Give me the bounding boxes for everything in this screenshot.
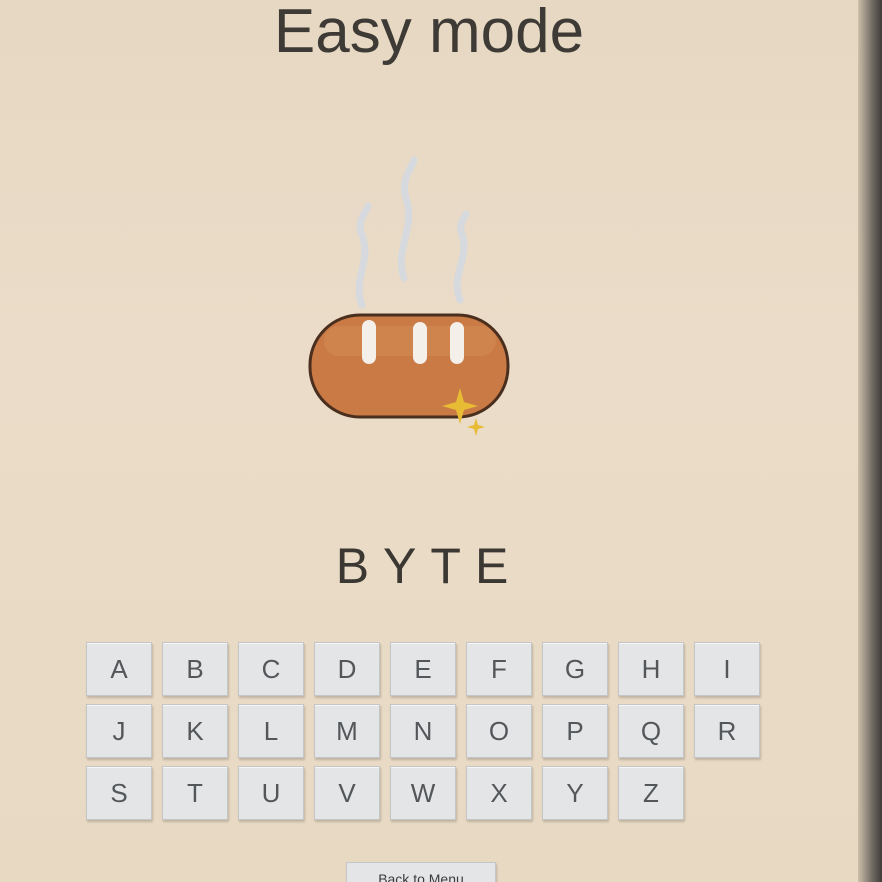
key-b[interactable]: B bbox=[162, 642, 228, 696]
bread-score-2 bbox=[413, 322, 427, 364]
steam-wisp-left bbox=[355, 202, 372, 309]
keyboard-row: JKLMNOPQR bbox=[86, 704, 776, 758]
key-l[interactable]: L bbox=[238, 704, 304, 758]
sparkle-small bbox=[467, 418, 485, 436]
key-a[interactable]: A bbox=[86, 642, 152, 696]
key-j[interactable]: J bbox=[86, 704, 152, 758]
steam-wisp-center bbox=[397, 156, 418, 282]
key-e[interactable]: E bbox=[390, 642, 456, 696]
key-i[interactable]: I bbox=[694, 642, 760, 696]
key-w[interactable]: W bbox=[390, 766, 456, 820]
key-x[interactable]: X bbox=[466, 766, 532, 820]
key-d[interactable]: D bbox=[314, 642, 380, 696]
key-m[interactable]: M bbox=[314, 704, 380, 758]
steam-wisp-right bbox=[453, 210, 470, 304]
key-n[interactable]: N bbox=[390, 704, 456, 758]
keyboard-row: STUVWXYZ bbox=[86, 766, 776, 820]
key-s[interactable]: S bbox=[86, 766, 152, 820]
game-screen: Easy mode BYTE ABCDEFGHIJKLMNOPQRSTUVWXY… bbox=[0, 0, 858, 882]
key-p[interactable]: P bbox=[542, 704, 608, 758]
key-u[interactable]: U bbox=[238, 766, 304, 820]
monitor-bezel bbox=[858, 0, 882, 882]
bread-score-3 bbox=[450, 322, 464, 364]
keyboard-row: ABCDEFGHI bbox=[86, 642, 776, 696]
page-title: Easy mode bbox=[273, 0, 585, 66]
target-word: BYTE bbox=[335, 538, 523, 594]
key-q[interactable]: Q bbox=[618, 704, 684, 758]
key-c[interactable]: C bbox=[238, 642, 304, 696]
key-g[interactable]: G bbox=[542, 642, 608, 696]
letter-keyboard: ABCDEFGHI JKLMNOPQR STUVWXYZ bbox=[86, 642, 776, 828]
steaming-bread-icon bbox=[308, 156, 510, 436]
key-h[interactable]: H bbox=[618, 642, 684, 696]
key-t[interactable]: T bbox=[162, 766, 228, 820]
back-to-menu-button[interactable]: Back to Menu bbox=[346, 862, 496, 882]
key-f[interactable]: F bbox=[466, 642, 532, 696]
key-y[interactable]: Y bbox=[542, 766, 608, 820]
bread-score-1 bbox=[362, 320, 376, 364]
key-z[interactable]: Z bbox=[618, 766, 684, 820]
key-r[interactable]: R bbox=[694, 704, 760, 758]
key-v[interactable]: V bbox=[314, 766, 380, 820]
key-k[interactable]: K bbox=[162, 704, 228, 758]
key-o[interactable]: O bbox=[466, 704, 532, 758]
